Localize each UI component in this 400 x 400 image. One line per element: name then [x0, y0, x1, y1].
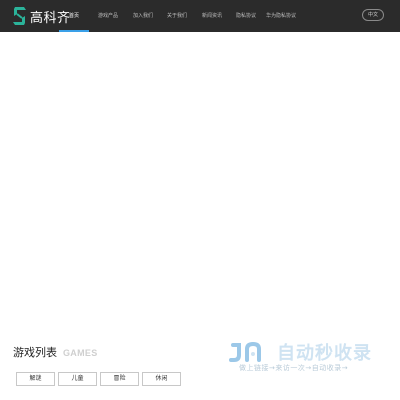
filter-kids-button[interactable]: 儿童 — [58, 372, 97, 386]
nav-item-join-us[interactable]: 加入我们 — [133, 0, 153, 32]
watermark-logo-icon — [229, 341, 261, 362]
games-section-title: 游戏列表 GAMES — [13, 344, 98, 359]
language-button[interactable]: 中文 — [362, 9, 384, 21]
section-title-cn: 游戏列表 — [13, 346, 57, 359]
nav-item-home[interactable]: 首页 — [58, 0, 90, 32]
watermark-main-text: 自动秒收录 — [277, 343, 372, 364]
logo-text: 高科齐 — [30, 10, 71, 26]
filter-casual-button[interactable]: 休闲 — [142, 372, 181, 386]
nav-item-privacy[interactable]: 隐私协议 — [236, 0, 256, 32]
nav-item-game-products[interactable]: 游戏产品 — [98, 0, 118, 32]
watermark-sub-text: 做上链接→来访一次→自动收录→ — [239, 364, 349, 372]
watermark-main: 自动秒收录 — [229, 341, 372, 364]
nav-item-news[interactable]: 新闻资讯 — [202, 0, 222, 32]
filter-adventure-button[interactable]: 冒险 — [100, 372, 139, 386]
site-logo[interactable]: 高科齐 — [11, 5, 71, 27]
logo-icon — [13, 7, 26, 25]
nav-item-huawei-privacy[interactable]: 华为隐私协议 — [266, 0, 296, 32]
watermark-overlay: 自动秒收录 做上链接→来访一次→自动收录→ — [229, 341, 389, 375]
section-title-en: GAMES — [63, 348, 98, 358]
nav-item-about-us[interactable]: 关于我们 — [167, 0, 187, 32]
top-navigation-bar: 高科齐 首页 游戏产品 加入我们 关于我们 新闻资讯 隐私协议 华为隐私协议 中… — [0, 0, 400, 32]
filter-puzzle-button[interactable]: 解谜 — [16, 372, 55, 386]
